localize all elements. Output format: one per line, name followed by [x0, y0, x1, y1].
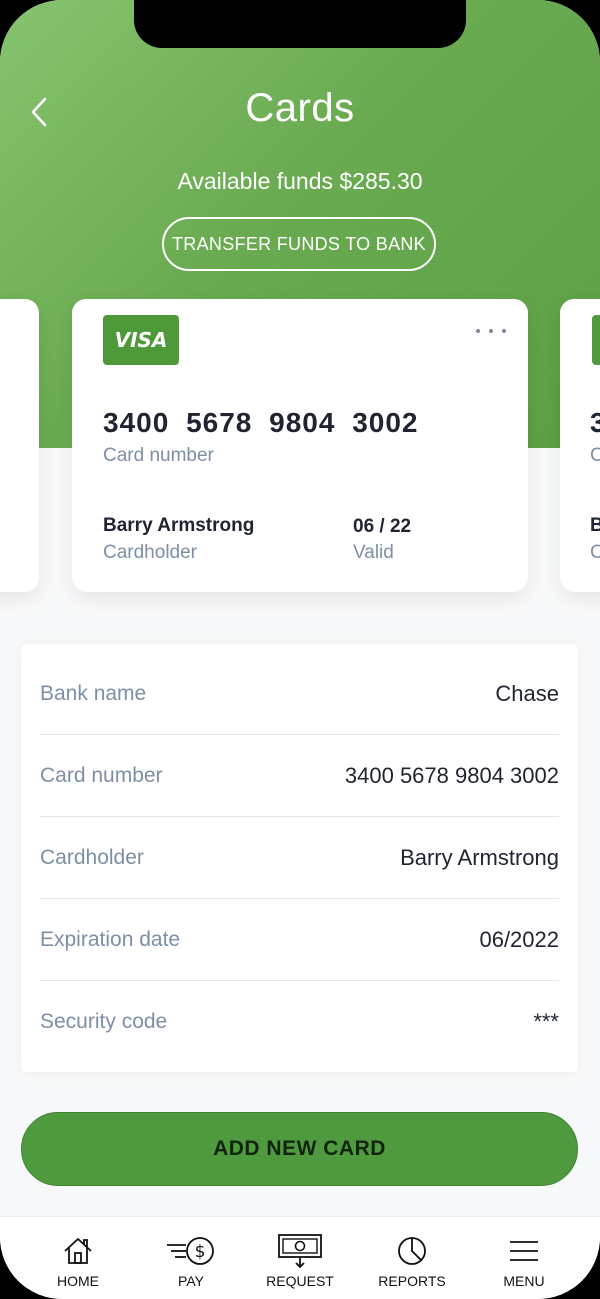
card-number-label: Card number: [103, 445, 214, 466]
card-number-label: C: [590, 445, 600, 466]
more-options-icon[interactable]: [476, 321, 506, 341]
detail-value: Barry Armstrong: [400, 844, 559, 870]
cardholder-label: Cardholder: [103, 542, 197, 563]
detail-row-cardholder: Cardholder Barry Armstrong: [40, 817, 559, 899]
tab-pay[interactable]: $ PAY: [136, 1217, 246, 1299]
add-new-card-button[interactable]: ADD NEW CARD: [21, 1112, 578, 1186]
detail-row-security-code: Security code ***: [40, 981, 559, 1063]
detail-label: Expiration date: [40, 927, 181, 951]
detail-row-bank-name: Bank name Chase: [40, 653, 559, 735]
pay-icon: $: [167, 1237, 214, 1265]
card-number: 3: [590, 407, 600, 438]
reports-icon: [398, 1237, 426, 1265]
available-funds: Available funds $285.30: [177, 168, 423, 194]
app-screen: Cards Available funds $285.30 TRANSFER F…: [0, 0, 600, 1299]
device-notch: [134, 0, 466, 48]
tab-menu[interactable]: MENU: [469, 1217, 579, 1299]
card-next[interactable]: 3 C B C: [560, 299, 600, 592]
detail-label: Bank name: [40, 681, 147, 705]
card-number: 3400 5678 9804 3002: [103, 407, 419, 438]
cardholder-label: C: [590, 542, 600, 563]
tab-home[interactable]: HOME: [23, 1217, 133, 1299]
detail-label: Cardholder: [40, 845, 144, 869]
page-title: Cards: [245, 86, 355, 130]
detail-label: Card number: [40, 763, 163, 787]
detail-row-expiration-date: Expiration date 06/2022: [40, 899, 559, 981]
tab-label: MENU: [503, 1273, 545, 1289]
tab-label: REPORTS: [378, 1273, 446, 1289]
svg-text:$: $: [195, 1242, 206, 1262]
tab-label: HOME: [57, 1273, 99, 1289]
tab-label: PAY: [178, 1273, 204, 1289]
visa-logo: [592, 315, 600, 365]
visa-logo: VISA: [103, 315, 179, 365]
bottom-tab-bar: HOME $ PAY REQUEST REPORTS MENU: [0, 1216, 600, 1299]
detail-value: Chase: [495, 680, 559, 706]
card-valid-date: 06 / 22: [353, 516, 412, 537]
detail-value: ***: [533, 1009, 559, 1034]
card-main[interactable]: VISA 3400 5678 9804 3002 Card number Bar…: [72, 299, 528, 592]
card-valid-label: Valid: [353, 542, 394, 563]
tab-reports[interactable]: REPORTS: [357, 1217, 467, 1299]
detail-row-card-number: Card number 3400 5678 9804 3002: [40, 735, 559, 817]
cardholder-name: B: [590, 515, 600, 536]
tab-request[interactable]: REQUEST: [245, 1217, 355, 1299]
cardholder-name: Barry Armstrong: [103, 515, 255, 536]
tab-label: REQUEST: [266, 1273, 334, 1289]
detail-label: Security code: [40, 1010, 168, 1033]
detail-value: 3400 5678 9804 3002: [344, 762, 559, 788]
request-icon: [278, 1234, 322, 1269]
detail-value: 06/2022: [479, 926, 559, 952]
transfer-funds-button[interactable]: TRANSFER FUNDS TO BANK: [162, 217, 436, 271]
menu-icon: [510, 1241, 538, 1261]
home-icon: [64, 1238, 92, 1264]
card-details-panel: Bank name Chase Card number 3400 5678 98…: [21, 644, 578, 1072]
card-previous[interactable]: [0, 299, 39, 592]
